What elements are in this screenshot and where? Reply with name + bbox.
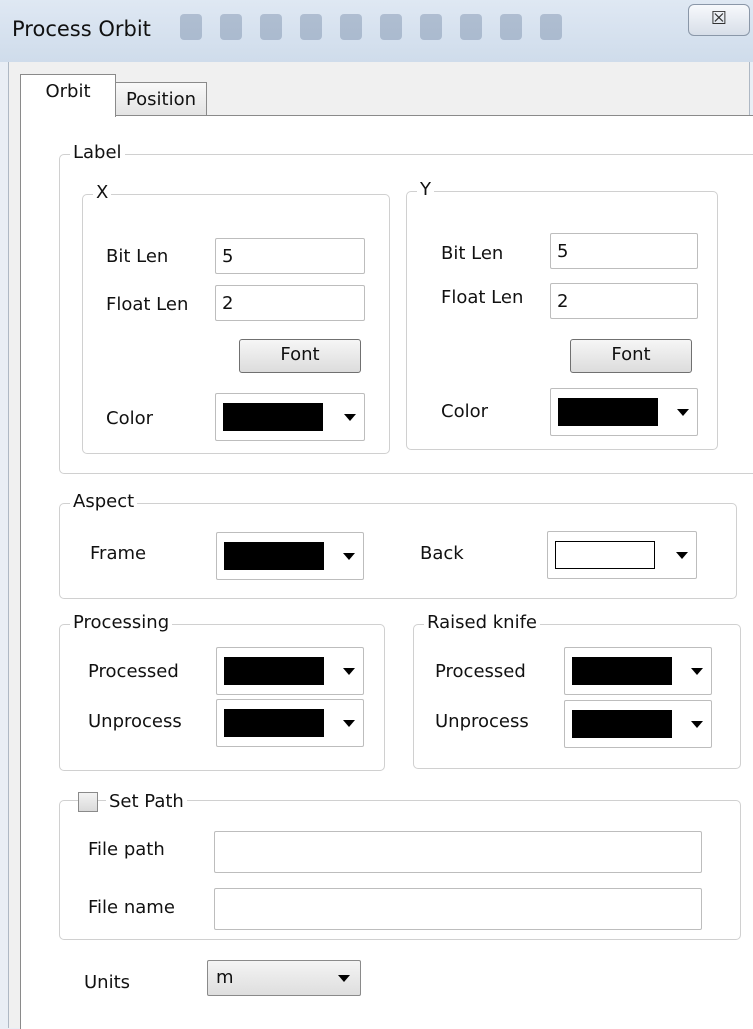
raised-knife-processed-color-picker[interactable] (564, 647, 712, 695)
back-label: Back (420, 543, 464, 564)
raised-knife-group: Raised knife Processed Unprocess (413, 612, 741, 769)
x-bit-len-label: Bit Len (106, 246, 169, 267)
tab-orbit[interactable]: Orbit (20, 74, 116, 117)
y-bit-len-input[interactable]: 5 (550, 233, 698, 269)
x-font-button[interactable]: Font (239, 339, 361, 373)
raised-knife-group-title: Raised knife (424, 612, 540, 634)
raised-knife-unprocess-color-picker[interactable] (564, 700, 712, 748)
y-label-group: Y Bit Len 5 Float Len 2 Font Color (406, 179, 718, 450)
file-name-input[interactable] (214, 888, 702, 930)
color-swatch (558, 398, 658, 426)
window-title: Process Orbit (12, 17, 151, 41)
dropdown-arrow-icon (343, 553, 355, 560)
processing-group-title: Processing (70, 612, 173, 634)
dropdown-arrow-icon (691, 721, 703, 728)
color-swatch (572, 710, 672, 738)
aspect-group-title: Aspect (70, 491, 138, 513)
units-label: Units (84, 972, 131, 993)
frame-color-picker[interactable] (216, 532, 364, 580)
file-path-label: File path (88, 839, 165, 860)
file-path-input[interactable] (214, 831, 702, 873)
dropdown-arrow-icon (338, 975, 350, 982)
tab-position[interactable]: Position (115, 82, 207, 117)
raised-knife-unprocess-label: Unprocess (435, 711, 529, 732)
dropdown-arrow-icon (677, 409, 689, 416)
file-name-label: File name (88, 897, 175, 918)
color-swatch (224, 542, 324, 570)
y-font-button[interactable]: Font (570, 339, 692, 373)
title-bar: Process Orbit ☒ (0, 0, 753, 62)
color-swatch (572, 657, 672, 685)
y-float-len-label: Float Len (441, 287, 524, 308)
x-color-picker[interactable] (215, 393, 365, 441)
color-swatch (224, 657, 324, 685)
color-swatch (223, 403, 323, 431)
raised-knife-processed-label: Processed (435, 661, 526, 682)
y-group-title: Y (417, 179, 434, 201)
x-label-group: X Bit Len 5 Float Len 2 Font Color (82, 182, 390, 454)
dropdown-arrow-icon (343, 668, 355, 675)
units-selected-value: m (216, 967, 234, 988)
close-icon: ☒ (710, 8, 728, 29)
units-select[interactable]: m (207, 960, 361, 996)
frame-label: Frame (90, 543, 147, 564)
x-float-len-label: Float Len (106, 294, 189, 315)
color-swatch (555, 541, 655, 569)
processing-unprocess-label: Unprocess (88, 711, 182, 732)
x-bit-len-input[interactable]: 5 (215, 238, 365, 274)
label-group-title: Label (70, 142, 125, 164)
y-color-picker[interactable] (550, 388, 698, 436)
processing-processed-label: Processed (88, 661, 179, 682)
y-color-label: Color (441, 401, 488, 422)
dropdown-arrow-icon (343, 720, 355, 727)
back-color-picker[interactable] (547, 531, 697, 579)
processing-unprocess-color-picker[interactable] (216, 699, 364, 747)
set-path-label[interactable]: Set Path (106, 790, 187, 814)
processing-processed-color-picker[interactable] (216, 647, 364, 695)
x-color-label: Color (106, 408, 153, 429)
close-button[interactable]: ☒ (688, 4, 750, 36)
dropdown-arrow-icon (676, 552, 688, 559)
processing-group: Processing Processed Unprocess (59, 612, 385, 771)
aspect-group: Aspect Frame Back (59, 491, 737, 599)
label-group: Label X Bit Len 5 Float Len 2 Font Color… (59, 142, 753, 474)
color-swatch (224, 709, 324, 737)
x-float-len-input[interactable]: 2 (215, 285, 365, 321)
dropdown-arrow-icon (344, 414, 356, 421)
dropdown-arrow-icon (691, 668, 703, 675)
orbit-tab-panel: Label X Bit Len 5 Float Len 2 Font Color… (20, 115, 753, 1029)
y-bit-len-label: Bit Len (441, 243, 504, 264)
y-float-len-input[interactable]: 2 (550, 283, 698, 319)
set-path-checkbox[interactable] (78, 792, 98, 812)
x-group-title: X (93, 182, 112, 204)
blurred-toolbar-icons (180, 14, 562, 40)
